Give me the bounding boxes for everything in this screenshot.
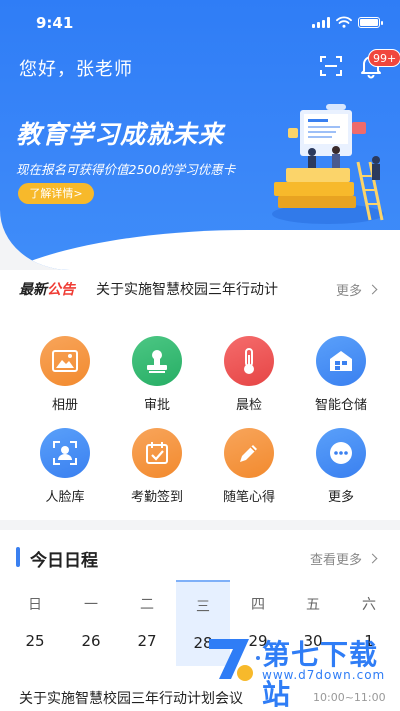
grid-item-approval[interactable]: 审批 xyxy=(122,336,192,413)
grid-label: 人脸库 xyxy=(45,490,85,505)
learn-more-button[interactable]: 了解详情> xyxy=(18,183,94,204)
date-label: 26 xyxy=(81,632,101,650)
more-dots-icon xyxy=(316,428,366,478)
scan-icon[interactable] xyxy=(319,54,343,78)
weekday-label: 五 xyxy=(306,597,320,613)
face-scan-icon xyxy=(40,428,90,478)
notice-tag-latest: 最新 xyxy=(19,282,47,298)
banner-subtitle: 现在报名可获得价值2500的学习优惠卡 xyxy=(16,162,236,177)
warehouse-icon xyxy=(316,336,366,386)
approval-stamp-icon xyxy=(132,336,182,386)
grid-label: 智能仓储 xyxy=(314,398,367,413)
calendar-day[interactable]: 日 25 xyxy=(8,580,62,666)
notice-tag: 最新公告 xyxy=(19,279,75,299)
watermark-logo xyxy=(209,639,253,681)
weekday-label: 日 xyxy=(28,597,42,613)
section-accent-bar xyxy=(16,547,20,567)
weekday-label: 四 xyxy=(251,597,265,613)
grid-item-smart-storage[interactable]: 智能仓储 xyxy=(306,336,376,413)
grid-item-notes[interactable]: 随笔心得 xyxy=(214,428,284,505)
weekday-label: 二 xyxy=(140,597,154,613)
status-time: 9:41 xyxy=(36,14,74,32)
grid-label: 更多 xyxy=(327,490,354,505)
grid-item-attendance[interactable]: 考勤签到 xyxy=(122,428,192,505)
grid-label: 晨检 xyxy=(235,398,262,413)
weekday-label: 六 xyxy=(362,597,376,613)
photo-album-icon xyxy=(40,336,90,386)
grid-label: 相册 xyxy=(51,398,78,413)
hero-curve xyxy=(0,230,400,270)
weekday-label: 三 xyxy=(196,599,210,615)
grid-item-more[interactable]: 更多 xyxy=(306,428,376,505)
grid-label: 审批 xyxy=(143,398,170,413)
grid-label: 随笔心得 xyxy=(222,490,275,505)
thermometer-icon xyxy=(224,336,274,386)
calendar-check-icon xyxy=(132,428,182,478)
chevron-right-icon xyxy=(367,553,378,564)
weekday-label: 一 xyxy=(84,597,98,613)
grid-item-face-library[interactable]: 人脸库 xyxy=(30,428,100,505)
date-label: 27 xyxy=(137,632,157,650)
battery-icon xyxy=(358,16,383,28)
notice-text[interactable]: 关于实施智慧校园三年行动计 xyxy=(96,279,316,299)
notice-more-link[interactable]: 更多 xyxy=(336,280,362,299)
grid-item-morning-check[interactable]: 晨检 xyxy=(214,336,284,413)
notice-bar[interactable]: 最新公告 关于实施智慧校园三年行动计 更多 xyxy=(0,270,400,310)
cellular-signal-icon xyxy=(312,16,330,28)
hero-header: 9:41 您好，张老师 99+ 教育学习成就未来 现在报名可获得价值2500的学… xyxy=(0,0,400,270)
status-bar: 9:41 xyxy=(0,0,400,44)
notice-tag-announcement: 公告 xyxy=(47,282,75,298)
calendar-day[interactable]: 二 27 xyxy=(120,580,174,666)
banner-illustration xyxy=(272,104,384,224)
notification-badge: 99+ xyxy=(368,49,400,67)
calendar-day[interactable]: 一 26 xyxy=(64,580,118,666)
grid-item-album[interactable]: 相册 xyxy=(30,336,100,413)
date-label: 25 xyxy=(25,632,45,650)
status-icons xyxy=(312,16,383,28)
schedule-item-title[interactable]: 关于实施智慧校园三年行动计划会议 xyxy=(19,688,243,708)
schedule-title: 今日日程 xyxy=(30,551,98,571)
chevron-right-icon xyxy=(367,284,378,295)
banner-title: 教育学习成就未来 xyxy=(16,120,225,149)
wifi-icon xyxy=(336,16,352,28)
watermark-url: www.d7down.com xyxy=(262,668,386,682)
pencil-icon xyxy=(224,428,274,478)
feature-grid: 相册 审批 晨检 智能仓储 人脸库 考勤签到 随笔心得 更多 xyxy=(0,310,400,520)
grid-label: 考勤签到 xyxy=(130,490,183,505)
schedule-more-link[interactable]: 查看更多 xyxy=(310,549,362,568)
greeting-text: 您好，张老师 xyxy=(19,59,133,80)
